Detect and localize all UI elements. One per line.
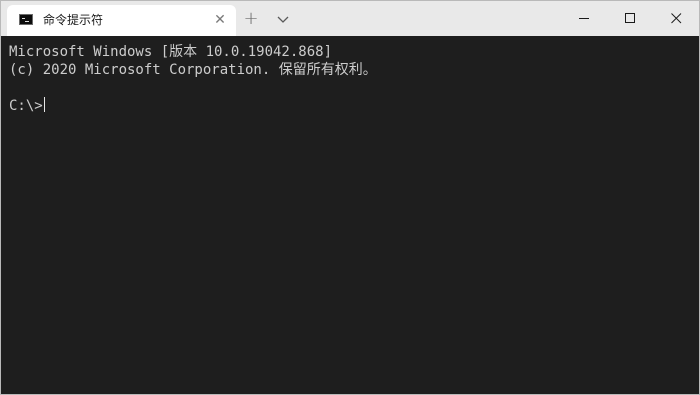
- chevron-down-icon[interactable]: [273, 9, 293, 29]
- terminal-prompt: C:\>: [9, 98, 43, 114]
- maximize-button[interactable]: [607, 1, 653, 35]
- tab-close-icon[interactable]: ✕: [211, 11, 229, 29]
- terminal-line-version: Microsoft Windows [版本 10.0.19042.868]: [9, 44, 333, 60]
- tab-command-prompt[interactable]: 命令提示符 ✕: [7, 5, 236, 36]
- console-icon: [19, 14, 33, 25]
- tab-title: 命令提示符: [43, 13, 104, 27]
- close-icon: [671, 13, 682, 24]
- minimize-button[interactable]: [561, 1, 607, 35]
- terminal-window: 命令提示符 ✕ + Microsoft Windows [版本 10.0.190…: [0, 0, 700, 395]
- new-tab-button[interactable]: +: [241, 9, 261, 29]
- close-window-button[interactable]: [653, 1, 699, 35]
- title-bar[interactable]: 命令提示符 ✕ +: [1, 1, 699, 36]
- terminal-line-copyright: (c) 2020 Microsoft Corporation. 保留所有权利。: [9, 62, 377, 78]
- terminal-prompt-line[interactable]: C:\>: [9, 97, 691, 115]
- minimize-icon: [579, 18, 589, 19]
- text-cursor: [43, 97, 45, 112]
- terminal-output[interactable]: Microsoft Windows [版本 10.0.19042.868] (c…: [1, 36, 699, 394]
- maximize-icon: [625, 13, 635, 23]
